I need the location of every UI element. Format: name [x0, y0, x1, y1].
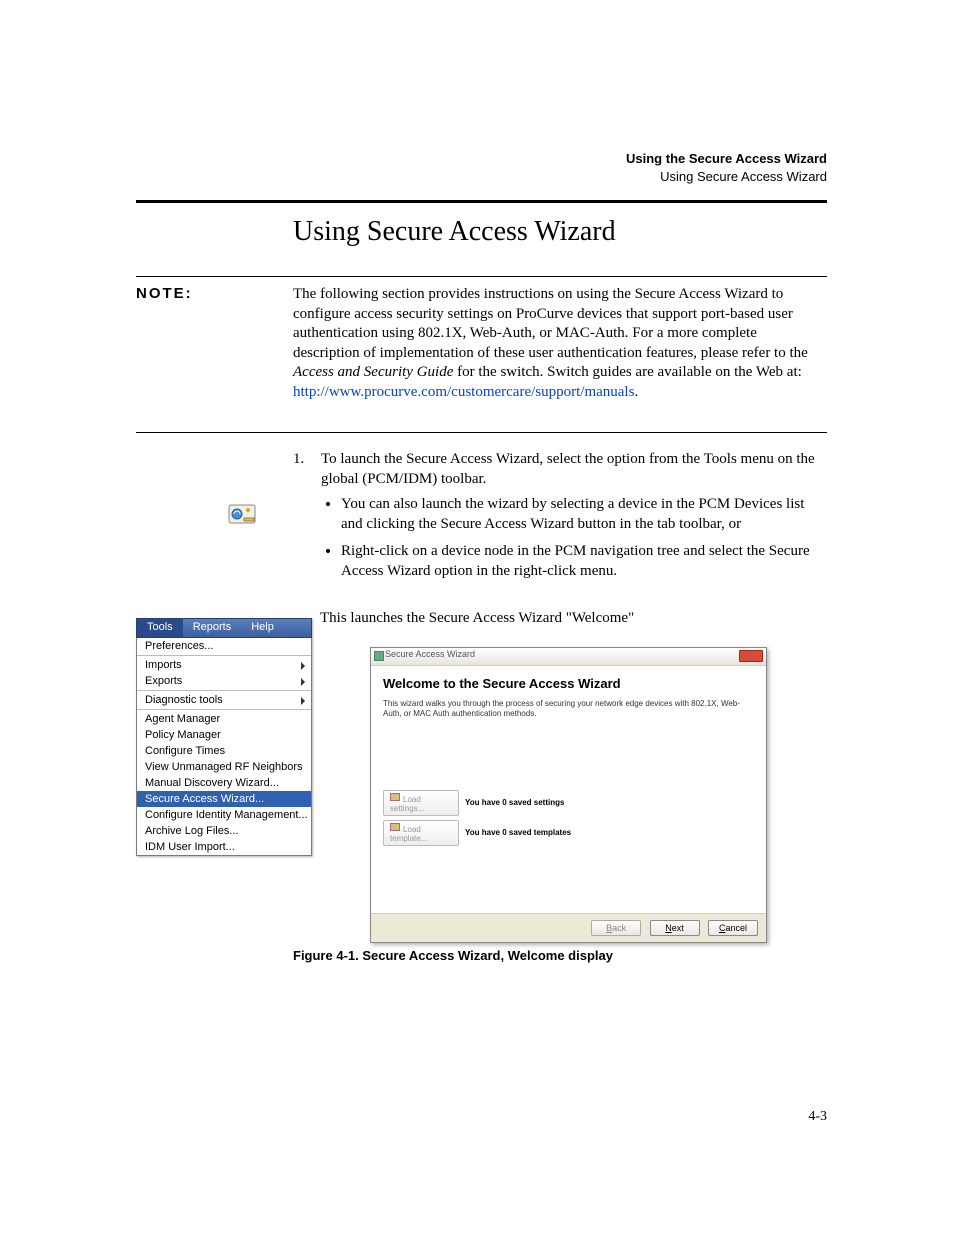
note-label: NOTE:	[136, 285, 193, 302]
menu-item[interactable]: Imports	[137, 657, 311, 673]
note-link[interactable]: http://www.procurve.com/customercare/sup…	[293, 384, 634, 400]
wizard-heading: Welcome to the Secure Access Wizard	[383, 676, 754, 691]
saved-templates-msg: You have 0 saved templates	[465, 828, 571, 837]
header-sub: Using Secure Access Wizard	[626, 168, 827, 186]
note-text-post: for the switch. Switch guides are availa…	[453, 364, 801, 380]
menubar-help[interactable]: Help	[241, 619, 284, 637]
dialog-icon	[374, 651, 384, 661]
cancel-button[interactable]: Cancel	[708, 920, 758, 936]
back-button: Back	[591, 920, 641, 936]
next-button[interactable]: Next	[650, 920, 700, 936]
note-text-pre: The following section provides instructi…	[293, 286, 808, 361]
menu-item[interactable]: Preferences...	[137, 638, 311, 654]
step-text: To launch the Secure Access Wizard, sele…	[321, 451, 815, 487]
step-number: 1.	[293, 450, 321, 589]
menu-item[interactable]: Policy Manager	[137, 727, 311, 743]
figure-caption: Figure 4-1. Secure Access Wizard, Welcom…	[293, 948, 613, 963]
note-text-em: Access and Security Guide	[293, 364, 453, 380]
menu-item[interactable]: Diagnostic tools	[137, 692, 311, 708]
section-title: Using Secure Access Wizard	[293, 216, 616, 248]
menubar-reports[interactable]: Reports	[183, 619, 242, 637]
menu-item[interactable]: Secure Access Wizard...	[137, 791, 311, 807]
menubar-tools[interactable]: Tools	[137, 619, 183, 637]
instructions: 1. To launch the Secure Access Wizard, s…	[293, 450, 827, 597]
wizard-description: This wizard walks you through the proces…	[383, 699, 754, 720]
close-icon[interactable]	[739, 650, 763, 662]
menu-item[interactable]: Configure Times	[137, 743, 311, 759]
menu-item[interactable]: View Unmanaged RF Neighbors	[137, 759, 311, 775]
secure-access-wizard-dialog: Secure Access Wizard Welcome to the Secu…	[370, 647, 767, 943]
menu-item[interactable]: Configure Identity Management...	[137, 807, 311, 823]
step-bullet: You can also launch the wizard by select…	[341, 495, 827, 534]
launch-line: This launches the Secure Access Wizard "…	[320, 610, 634, 627]
page-number: 4-3	[808, 1109, 827, 1125]
load-template-button[interactable]: Load template...	[383, 820, 459, 846]
saved-settings-msg: You have 0 saved settings	[465, 798, 564, 807]
note-body: The following section provides instructi…	[293, 285, 827, 402]
note-text-end: .	[634, 384, 638, 400]
dialog-titlebar: Secure Access Wizard	[371, 648, 766, 666]
secure-access-wizard-icon	[228, 504, 256, 528]
step-bullet: Right-click on a device node in the PCM …	[341, 542, 827, 581]
page-header: Using the Secure Access Wizard Using Sec…	[626, 150, 827, 185]
dialog-title: Secure Access Wizard	[385, 649, 475, 659]
menubar: Tools Reports Help	[136, 618, 312, 638]
rule-note-top	[136, 276, 827, 277]
menu-item[interactable]: Agent Manager	[137, 711, 311, 727]
tools-menu: Tools Reports Help Preferences... Imports…	[136, 618, 312, 856]
menu-item[interactable]: Exports	[137, 673, 311, 689]
header-bold: Using the Secure Access Wizard	[626, 150, 827, 168]
rule-note-bottom	[136, 432, 827, 433]
menu-item[interactable]: IDM User Import...	[137, 839, 311, 855]
rule-top	[136, 200, 827, 203]
menu-item[interactable]: Manual Discovery Wizard...	[137, 775, 311, 791]
tools-dropdown: Preferences... ImportsExports Diagnostic t…	[136, 638, 312, 856]
menu-item[interactable]: Archive Log Files...	[137, 823, 311, 839]
load-settings-button[interactable]: Load settings...	[383, 790, 459, 816]
